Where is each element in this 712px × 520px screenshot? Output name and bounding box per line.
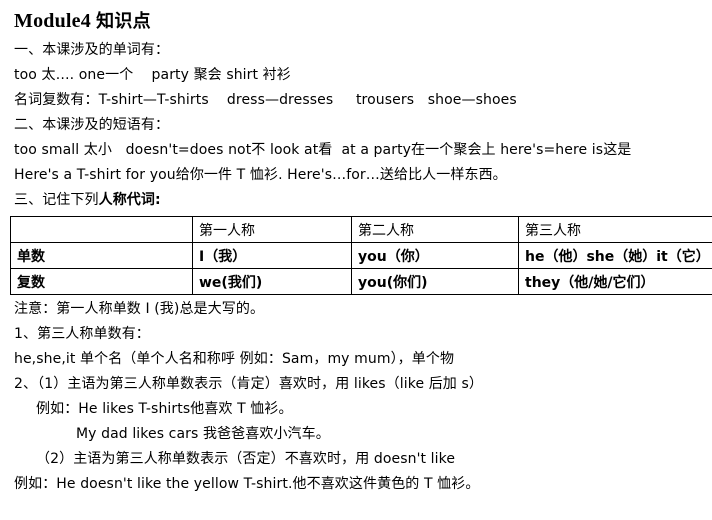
rule-2-example-2: My dad likes cars 我爸爸喜欢小汽车。 [76, 422, 712, 447]
note-line: 注意：第一人称单数 I (我)总是大写的。 [14, 297, 712, 322]
title-english: Module4 [14, 10, 91, 32]
table-row: 复数 we(我们) you(你们) they（他/她/它们） [11, 269, 712, 295]
document-page: Module4 知识点 一、本课涉及的单词有： too 太…. one一个 pa… [0, 6, 712, 520]
table-header-cell-first-person: 第一人称 [193, 217, 352, 243]
table-row: 单数 I（我） you（你） he（他）she（她）it（它） [11, 243, 712, 269]
rule-1-line: he,she,it 单个名（单个人名和称呼 例如：Sam，my mum），单个物 [14, 347, 712, 372]
section-3-heading: 三、记住下列人称代词: [14, 188, 712, 213]
title-chinese: 知识点 [96, 11, 151, 32]
pronoun-table: 第一人称 第二人称 第三人称 单数 I（我） you（你） he（他）she（她… [10, 216, 712, 295]
section-2-line-1: too small 太小 doesn't=does not不 look at看 … [14, 138, 712, 163]
section-1-line-2: 名词复数有：T-shirt—T-shirts dress—dresses tro… [14, 88, 712, 113]
table-cell-plural-label: 复数 [11, 269, 193, 295]
section-3-heading-prefix: 三、记住下列 [14, 192, 99, 208]
page-title: Module4 知识点 [14, 6, 712, 36]
table-cell-singular-third: he（他）she（她）it（它） [519, 243, 712, 269]
rule-3-heading: （2）主语为第三人称单数表示（否定）不喜欢时，用 doesn't like [36, 447, 712, 472]
table-cell-singular-first: I（我） [193, 243, 352, 269]
section-2-line-2: Here's a T-shirt for you给你一件 T 恤衫. Here'… [14, 163, 712, 188]
table-header-row: 第一人称 第二人称 第三人称 [11, 217, 712, 243]
section-2-heading: 二、本课涉及的短语有： [14, 113, 712, 138]
table-header-cell-second-person: 第二人称 [352, 217, 519, 243]
section-3-heading-emphasis: 人称代词: [99, 192, 161, 208]
rule-2-heading: 2、（1）主语为第三人称单数表示（肯定）喜欢时，用 likes（like 后加 … [14, 372, 712, 397]
section-1-heading: 一、本课涉及的单词有： [14, 38, 712, 63]
rule-1-heading: 1、第三人称单数有： [14, 322, 712, 347]
rule-3-example-1: 例如：He doesn't like the yellow T-shirt.他不… [14, 472, 712, 497]
table-header-cell-blank [11, 217, 193, 243]
section-1-line-1: too 太…. one一个 party 聚会 shirt 衬衫 [14, 63, 712, 88]
table-header-cell-third-person: 第三人称 [519, 217, 712, 243]
table-cell-plural-third: they（他/她/它们） [519, 269, 712, 295]
table-cell-singular-second: you（你） [352, 243, 519, 269]
table-cell-plural-second: you(你们) [352, 269, 519, 295]
table-cell-singular-label: 单数 [11, 243, 193, 269]
rule-2-example-1: 例如：He likes T-shirts他喜欢 T 恤衫。 [36, 397, 712, 422]
table-cell-plural-first: we(我们) [193, 269, 352, 295]
